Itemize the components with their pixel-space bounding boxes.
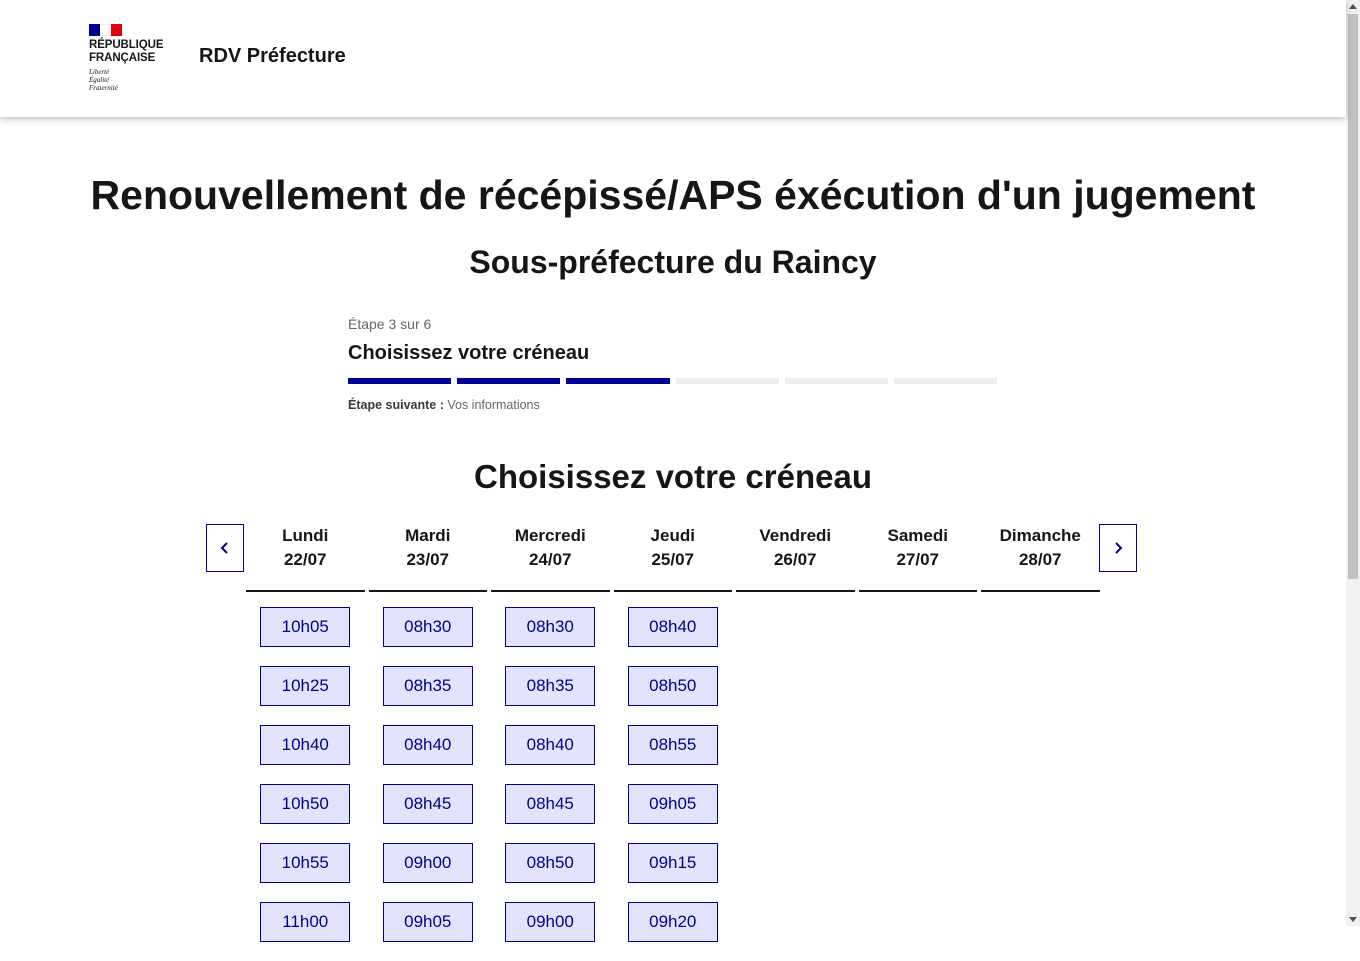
- logo-line-2: FRANÇAISE: [89, 52, 156, 64]
- time-slot-button[interactable]: 08h35: [505, 666, 596, 706]
- logo-text: RÉPUBLIQUE FRANÇAISE: [89, 39, 174, 65]
- day-name: Vendredi: [759, 526, 832, 545]
- slots-section-title: Choisissez votre créneau: [474, 458, 872, 495]
- day-name: Samedi: [887, 526, 948, 545]
- time-slot-button[interactable]: 10h25: [260, 666, 351, 706]
- slot-list: [736, 592, 855, 607]
- scroll-down-icon[interactable]: [1349, 917, 1357, 922]
- next-step-label: Étape suivante :: [348, 398, 444, 412]
- slot-list: 10h05 10h25 10h40 10h50 10h55 11h00: [246, 592, 365, 961]
- stepper-segment: [566, 378, 670, 384]
- day-name: Mercredi: [514, 526, 586, 545]
- chevron-left-icon: [220, 542, 228, 554]
- next-week-button[interactable]: [1099, 524, 1137, 572]
- day-name: Lundi: [282, 526, 329, 545]
- day-column: Dimanche 28/07: [981, 524, 1100, 961]
- time-slot-button[interactable]: 08h30: [505, 607, 596, 647]
- day-header: Mercredi 24/07: [491, 524, 610, 592]
- day-date: 23/07: [406, 550, 450, 569]
- slot-list: [981, 592, 1100, 607]
- logo-line-1: RÉPUBLIQUE: [89, 39, 164, 51]
- day-name: Dimanche: [999, 526, 1081, 545]
- day-header: Vendredi 26/07: [736, 524, 855, 592]
- day-date: 24/07: [528, 550, 572, 569]
- time-slot-button[interactable]: 10h05: [260, 607, 351, 647]
- page-subtitle: Sous-préfecture du Raincy: [469, 244, 877, 280]
- day-date: 27/07: [896, 550, 940, 569]
- day-column: Vendredi 26/07: [736, 524, 855, 961]
- time-slot-button[interactable]: 08h40: [382, 725, 473, 765]
- chevron-right-icon: [1115, 542, 1123, 554]
- day-header: Jeudi 25/07: [613, 524, 732, 592]
- slot-list: [859, 592, 978, 607]
- day-header: Dimanche 28/07: [981, 524, 1100, 592]
- day-header: Samedi 27/07: [858, 524, 977, 592]
- day-date: 26/07: [773, 550, 817, 569]
- time-slot-button[interactable]: 10h40: [260, 725, 351, 765]
- day-column: Samedi 27/07: [858, 524, 978, 961]
- stepper: Étape 3 sur 6 Choisissez votre créneau É…: [348, 316, 998, 412]
- previous-week-button[interactable]: [206, 524, 244, 572]
- site-title[interactable]: RDV Préfecture: [199, 45, 346, 68]
- day-date: 25/07: [651, 550, 695, 569]
- day-date: 22/07: [283, 550, 327, 569]
- time-slot-button[interactable]: 08h40: [627, 607, 718, 647]
- stepper-segment: [675, 378, 779, 384]
- day-column: Jeudi 25/07 08h40 08h50 08h55 09h05 09h15 09h20: [613, 524, 733, 961]
- time-slot-button[interactable]: 09h00: [505, 902, 596, 942]
- stepper-next-step: Étape suivante : Vos informations: [348, 398, 997, 412]
- time-slot-button[interactable]: 08h35: [382, 666, 473, 706]
- next-step-value: Vos informations: [443, 398, 540, 412]
- time-slot-button[interactable]: 08h30: [382, 607, 473, 647]
- stepper-segment: [457, 378, 561, 384]
- time-slot-button[interactable]: 09h20: [627, 902, 718, 942]
- time-slot-button[interactable]: 10h55: [260, 843, 351, 883]
- day-name: Jeudi: [650, 526, 695, 545]
- page-scrollbar[interactable]: [1346, 0, 1360, 926]
- stepper-segment: [784, 378, 888, 384]
- stepper-segment: [348, 378, 452, 384]
- motto-egalite: Égalité: [89, 76, 110, 84]
- motto-fraternite: Fraternité: [89, 84, 118, 92]
- time-slot-button[interactable]: 09h00: [382, 843, 473, 883]
- time-slot-button[interactable]: 08h55: [627, 725, 718, 765]
- scroll-up-icon[interactable]: [1349, 4, 1357, 9]
- motto-liberte: Liberté: [89, 68, 110, 76]
- page-title: Renouvellement de récépissé/APS éxécutio…: [90, 172, 1256, 218]
- day-column: Mercredi 24/07 08h30 08h35 08h40 08h45 08h50 09…: [491, 524, 610, 961]
- time-slot-button[interactable]: 11h00: [260, 902, 351, 942]
- french-flag-icon: [89, 24, 122, 36]
- time-slot-button[interactable]: 08h45: [382, 784, 473, 824]
- days-grid: Lundi 22/07 10h05 10h25 10h40 10h50 10h55 11h00…: [246, 524, 1100, 961]
- stepper-segment: [893, 378, 998, 384]
- time-slot-button[interactable]: 08h50: [627, 666, 718, 706]
- republique-francaise-logo[interactable]: RÉPUBLIQUE FRANÇAISE Liberté Égalité Fra…: [89, 24, 174, 92]
- stepper-title: Choisissez votre créneau: [348, 342, 590, 364]
- time-slot-button[interactable]: 10h50: [260, 784, 351, 824]
- stepper-state: Étape 3 sur 6: [348, 316, 432, 332]
- day-column: Mardi 23/07 08h30 08h35 08h40 08h45 09h00 09h05: [368, 524, 488, 961]
- time-slot-button[interactable]: 08h40: [505, 725, 596, 765]
- slot-list: 08h40 08h50 08h55 09h05 09h15 09h20: [614, 592, 733, 961]
- day-column: Lundi 22/07 10h05 10h25 10h40 10h50 10h55 11h00: [246, 524, 365, 961]
- day-name: Mardi: [405, 526, 451, 545]
- day-date: 28/07: [1018, 550, 1062, 569]
- logo-motto: Liberté Égalité Fraternité: [89, 68, 174, 92]
- day-header: Mardi 23/07: [368, 524, 487, 592]
- site-header: RÉPUBLIQUE FRANÇAISE Liberté Égalité Fra…: [0, 0, 1346, 117]
- time-slot-button[interactable]: 09h05: [382, 902, 473, 942]
- time-slot-button[interactable]: 09h05: [627, 784, 718, 824]
- time-slot-button[interactable]: 08h50: [505, 843, 596, 883]
- slot-list: 08h30 08h35 08h40 08h45 09h00 09h05: [369, 592, 488, 961]
- stepper-progress: [348, 378, 998, 384]
- slot-list: 08h30 08h35 08h40 08h45 08h50 09h00: [491, 592, 610, 961]
- time-slot-button[interactable]: 09h15: [627, 843, 718, 883]
- scrollbar-thumb[interactable]: [1348, 14, 1358, 579]
- day-header: Lundi 22/07: [246, 524, 365, 592]
- time-slot-button[interactable]: 08h45: [505, 784, 596, 824]
